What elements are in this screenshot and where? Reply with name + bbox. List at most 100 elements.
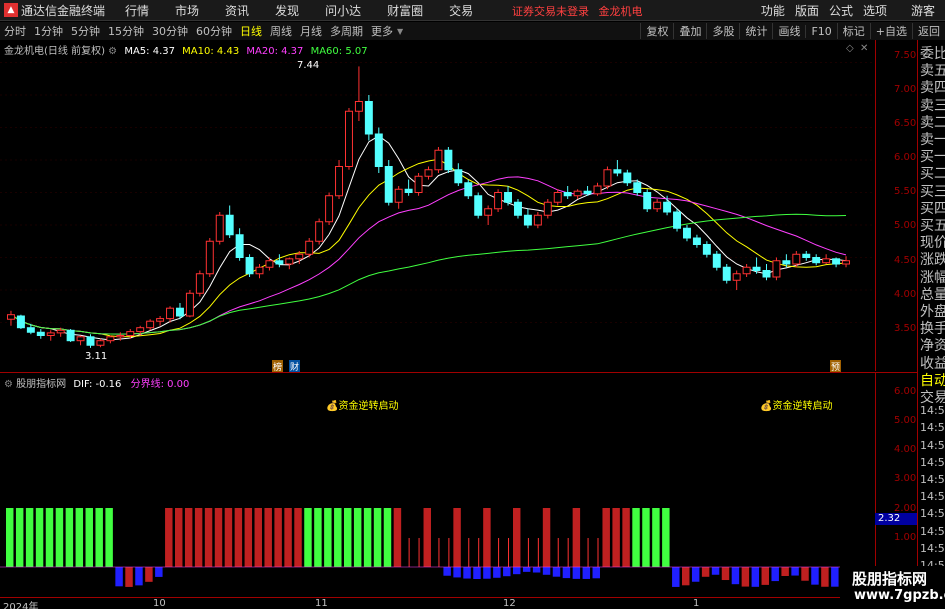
period-30min[interactable]: 30分钟 <box>148 23 192 39</box>
indicator-bar <box>622 508 630 567</box>
indicator-bar <box>264 508 272 567</box>
candle-body <box>146 320 155 329</box>
indicator-bar <box>602 508 610 567</box>
period-60min[interactable]: 60分钟 <box>192 23 236 39</box>
indicator-bar <box>25 508 34 567</box>
settings-icon[interactable]: ⚙ <box>108 46 117 57</box>
indicator-chart[interactable] <box>0 373 875 598</box>
candle <box>424 166 433 180</box>
ma20-label: MA20: 4.37 <box>246 46 304 57</box>
candle <box>722 264 731 284</box>
candle-body <box>255 266 264 275</box>
sub-ytick-4: 4.00 <box>894 444 917 455</box>
candle <box>404 179 413 196</box>
candle-body <box>802 253 811 258</box>
main-chart-area[interactable]: 金龙机电(日线 前复权) ⚙ MA5: 4.37 MA10: 4.43 MA20… <box>0 40 875 371</box>
period-weekly[interactable]: 周线 <box>266 23 296 39</box>
indicator-bar <box>498 538 500 567</box>
candle <box>553 189 562 206</box>
period-intraday[interactable]: 分时 <box>0 23 30 39</box>
x-axis: 2024年 10 11 12 1 <box>0 597 875 609</box>
candle-body <box>116 335 125 338</box>
draw-button[interactable]: 画线 <box>772 23 805 39</box>
multi-stock-button[interactable]: 多股 <box>706 23 739 39</box>
candle-body <box>712 253 721 268</box>
menu-function[interactable]: 功能 <box>761 2 785 19</box>
menu-market[interactable]: 市场 <box>175 2 199 19</box>
menu-quotes[interactable]: 行情 <box>125 2 149 19</box>
candle <box>444 147 453 173</box>
indicator-neg-bar <box>483 567 491 579</box>
menu-layout[interactable]: 版面 <box>795 2 819 19</box>
candle <box>643 189 652 212</box>
indicator-bar <box>662 508 670 567</box>
indicator-bar <box>572 508 581 567</box>
indicator-neg-bar <box>592 567 600 579</box>
candlestick-chart[interactable] <box>0 40 875 371</box>
period-multi[interactable]: 多周期 <box>326 23 367 39</box>
ytick-600: 6.00 <box>894 152 917 163</box>
candle <box>533 212 542 229</box>
indicator-bar <box>65 508 74 567</box>
fenjie-label: 分界线: 0.00 <box>130 379 190 390</box>
menu-news[interactable]: 资讯 <box>225 2 249 19</box>
mark-button[interactable]: 标记 <box>836 23 870 39</box>
indicator-bar <box>508 538 510 567</box>
guest-button[interactable]: 游客 <box>911 2 935 19</box>
back-button[interactable]: 返回 <box>912 23 945 39</box>
candle <box>235 228 244 261</box>
candle-body <box>553 192 562 203</box>
menu-wealth[interactable]: 财富圈 <box>387 2 423 19</box>
indicator-bar <box>75 508 84 567</box>
indicator-bar <box>741 567 750 587</box>
add-watchlist-button[interactable]: +自选 <box>869 23 912 39</box>
menu-ask[interactable]: 问小达 <box>325 2 361 19</box>
indicator-panel[interactable]: ⚙ 股朋指标网 DIF: -0.16 分界线: 0.00 💰资金逆转启动 💰资金… <box>0 372 875 597</box>
indicator-bar <box>691 567 700 582</box>
period-15min[interactable]: 15分钟 <box>104 23 148 39</box>
indicator-settings-icon[interactable]: ⚙ <box>4 379 13 390</box>
indicator-bar <box>537 538 539 567</box>
period-more[interactable]: 更多 <box>367 23 397 39</box>
candle <box>454 163 463 186</box>
chart-title: 金龙机电(日线 前复权) <box>4 46 105 57</box>
candle-body <box>513 201 522 216</box>
dropdown-icon[interactable]: ▼ <box>397 27 403 36</box>
indicator-neg-bar <box>562 567 571 579</box>
period-monthly[interactable]: 月线 <box>296 23 326 39</box>
menu-options[interactable]: 选项 <box>863 2 887 19</box>
candle-body <box>702 244 711 255</box>
candle-body <box>474 195 483 216</box>
adjust-button[interactable]: 复权 <box>640 23 673 39</box>
indicator-bar <box>344 508 352 567</box>
money-bag-icon: 💰 <box>326 401 339 412</box>
overlay-button[interactable]: 叠加 <box>673 23 706 39</box>
candle-body <box>126 331 135 337</box>
indicator-bar <box>632 508 640 567</box>
diamond-icon[interactable]: ◇ <box>846 43 854 54</box>
indicator-bar <box>55 508 64 567</box>
candle <box>185 290 194 318</box>
indicator-bar <box>811 567 819 585</box>
sub-ytick-6: 6.00 <box>894 386 917 397</box>
indicator-neg-bar <box>552 567 561 577</box>
menu-trade[interactable]: 交易 <box>449 2 473 19</box>
side-label: 14:56 <box>920 438 945 452</box>
candle-body <box>76 336 85 342</box>
period-1min[interactable]: 1分钟 <box>30 23 67 39</box>
close-icon[interactable]: ✕ <box>860 43 868 54</box>
candle-body <box>494 192 503 210</box>
indicator-bar <box>438 538 440 567</box>
menu-formula[interactable]: 公式 <box>829 2 853 19</box>
stock-title: 金龙机电 <box>598 5 643 18</box>
period-daily[interactable]: 日线 <box>236 23 266 39</box>
candle <box>583 186 592 196</box>
period-5min[interactable]: 5分钟 <box>67 23 104 39</box>
candle-body <box>583 190 592 195</box>
menu-discover[interactable]: 发现 <box>275 2 299 19</box>
stats-button[interactable]: 统计 <box>739 23 772 39</box>
f10-button[interactable]: F10 <box>805 24 836 38</box>
indicator-bar <box>274 508 282 567</box>
indicator-neg-bar <box>542 567 551 575</box>
candle-body <box>523 214 532 226</box>
